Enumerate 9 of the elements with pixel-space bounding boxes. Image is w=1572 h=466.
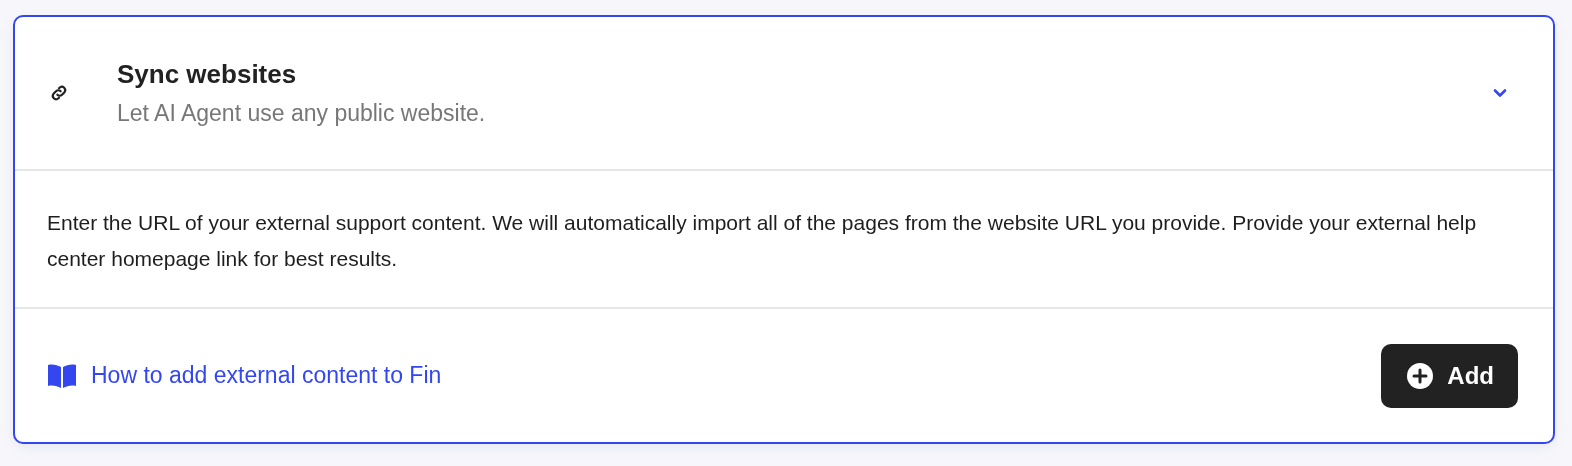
link-icon bbox=[49, 83, 69, 103]
add-button[interactable]: Add bbox=[1381, 343, 1518, 408]
help-link[interactable]: How to add external content to Fin bbox=[47, 362, 442, 389]
book-icon bbox=[47, 362, 77, 389]
plus-circle-icon bbox=[1407, 362, 1434, 389]
section-subtitle: Let AI Agent use any public website. bbox=[117, 100, 487, 127]
description-text: Enter the URL of your external support content. We will automatically import all of the pages from the website URL you provide. Provide your external help center homepage link for best results. bbox=[47, 210, 1478, 272]
chevron-icon[interactable] bbox=[1492, 88, 1508, 98]
section-title: Sync websites bbox=[117, 59, 298, 90]
